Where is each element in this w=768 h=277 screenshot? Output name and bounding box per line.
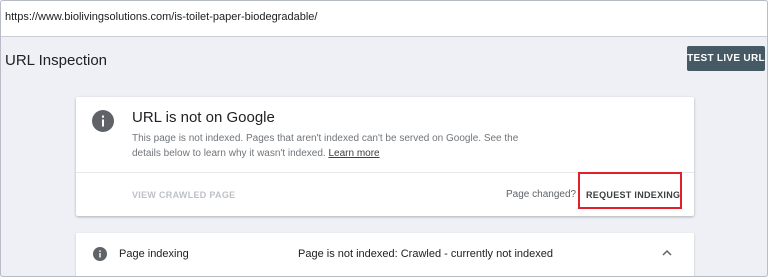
status-description-text: This page is not indexed. Pages that are… [132,133,519,159]
page-indexing-label: Page indexing [119,248,189,260]
view-crawled-page-button[interactable]: VIEW CRAWLED PAGE [132,190,235,200]
chevron-up-icon[interactable] [660,246,674,260]
page-changed-label: Page changed? [506,189,577,200]
app-frame: https://www.biolivingsolutions.com/is-to… [0,0,768,277]
status-title: URL is not on Google [132,109,275,126]
info-icon [93,247,107,261]
page-indexing-card[interactable]: Page indexing Page is not indexed: Crawl… [76,233,694,276]
highlight-box [578,172,682,209]
url-bar: https://www.biolivingsolutions.com/is-to… [1,1,767,37]
page-indexing-status: Page is not indexed: Crawled - currently… [298,248,553,260]
page-title: URL Inspection [5,52,107,69]
status-description: This page is not indexed. Pages that are… [132,131,542,161]
learn-more-link[interactable]: Learn more [328,148,379,159]
info-icon [92,110,114,132]
inspected-url: https://www.biolivingsolutions.com/is-to… [5,11,318,23]
test-live-url-button[interactable]: TEST LIVE URL [687,46,765,71]
